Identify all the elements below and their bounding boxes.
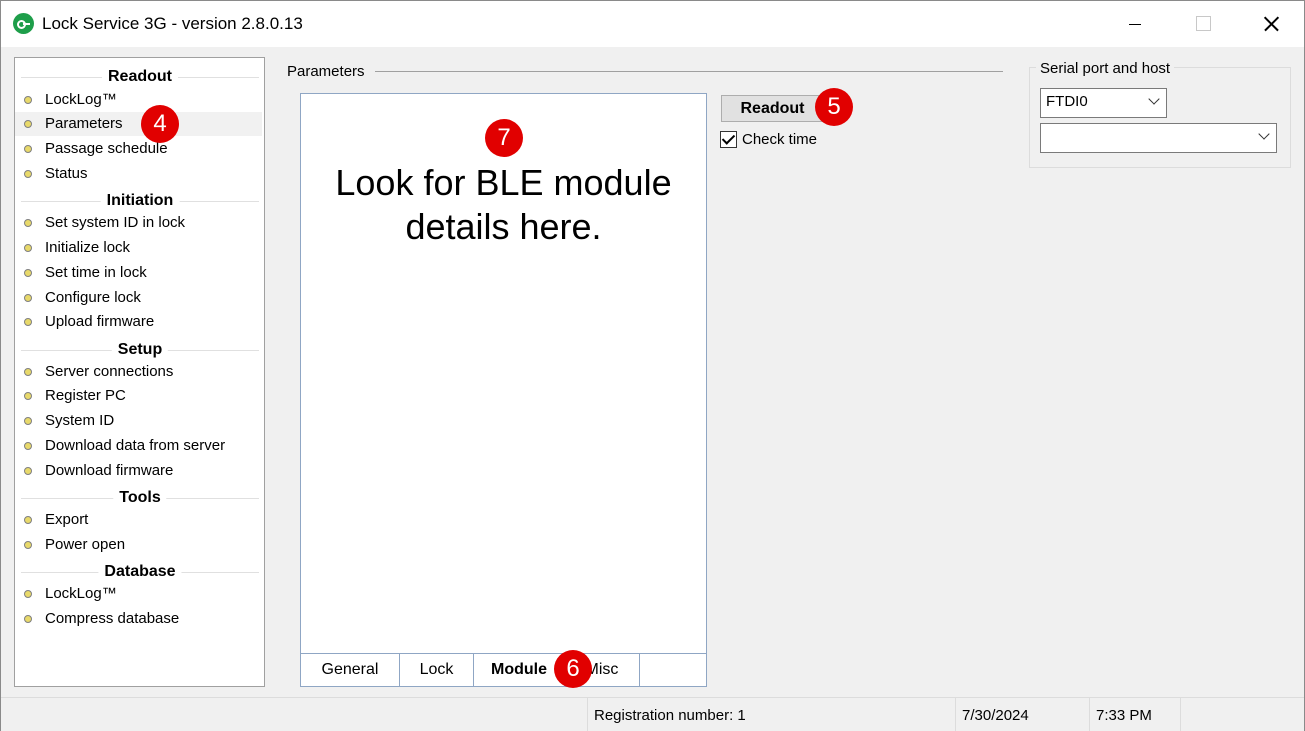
bullet-icon (24, 145, 32, 153)
nav-section-setup: Setup (21, 340, 259, 360)
check-time-label: Check time (742, 131, 818, 148)
bullet-icon (24, 170, 32, 178)
bullet-icon (24, 368, 32, 376)
check-time-checkbox[interactable] (720, 131, 737, 148)
nav-item-register-pc[interactable]: Register PC (15, 384, 264, 408)
nav-item-parameters[interactable]: Parameters (15, 112, 262, 136)
nav-item-set-time[interactable]: Set time in lock (15, 261, 264, 285)
nav-item-set-system-id[interactable]: Set system ID in lock (15, 211, 264, 235)
nav-item-passage-schedule[interactable]: Passage schedule (15, 137, 264, 161)
chevron-down-icon (1148, 93, 1160, 105)
navigation-panel: Readout LockLog™ Parameters Passage sche… (14, 57, 265, 687)
nav-section-database: Database (21, 562, 259, 582)
nav-item-export[interactable]: Export (15, 508, 264, 532)
nav-item-power-open[interactable]: Power open (15, 533, 264, 557)
bullet-icon (24, 417, 32, 425)
bullet-icon (24, 442, 32, 450)
nav-section-initiation: Initiation (21, 191, 259, 211)
annotation-note: Look for BLE module details here. (301, 161, 706, 249)
nav-item-configure-lock[interactable]: Configure lock (15, 286, 264, 310)
status-date: 7/30/2024 (955, 698, 1089, 731)
status-cell-empty (1, 698, 587, 731)
annotation-marker-7: 7 (485, 119, 523, 157)
minimize-button[interactable] (1101, 1, 1169, 47)
status-cell-trailing (1180, 698, 1304, 731)
bullet-icon (24, 541, 32, 549)
bullet-icon (24, 269, 32, 277)
nav-item-initialize-lock[interactable]: Initialize lock (15, 236, 264, 260)
annotation-note-line-2: details here. (405, 206, 602, 247)
maximize-button[interactable] (1169, 1, 1237, 47)
nav-section-readout: Readout (21, 67, 259, 87)
annotation-marker-5: 5 (815, 88, 853, 126)
app-window: Lock Service 3G - version 2.8.0.13 Reado… (0, 0, 1305, 731)
nav-item-download-data[interactable]: Download data from server (15, 434, 264, 458)
tab-lock[interactable]: Lock (400, 654, 474, 686)
bullet-icon (24, 392, 32, 400)
bullet-icon (24, 294, 32, 302)
window-title: Lock Service 3G - version 2.8.0.13 (42, 14, 303, 33)
tab-module[interactable]: Module (474, 654, 565, 686)
nav-item-server-connections[interactable]: Server connections (15, 360, 264, 384)
title-bar: Lock Service 3G - version 2.8.0.13 (1, 1, 1304, 47)
chevron-down-icon (1258, 128, 1270, 140)
bullet-icon (24, 467, 32, 475)
nav-item-download-firmware[interactable]: Download firmware (15, 459, 264, 483)
parameters-group-caption: Parameters (287, 63, 365, 80)
nav-item-upload-firmware[interactable]: Upload firmware (15, 310, 264, 334)
bullet-icon (24, 615, 32, 623)
annotation-marker-6: 6 (554, 650, 592, 688)
annotation-marker-4: 4 (141, 105, 179, 143)
status-bar: Registration number: 1 7/30/2024 7:33 PM (1, 697, 1304, 731)
close-button[interactable] (1237, 1, 1305, 47)
serial-port-select[interactable]: FTDI0 (1040, 88, 1167, 118)
nav-item-system-id[interactable]: System ID (15, 409, 264, 433)
parameters-group-rule (375, 71, 1003, 72)
bullet-icon (24, 318, 32, 326)
bullet-icon (24, 120, 32, 128)
annotation-note-line-1: Look for BLE module (335, 162, 672, 203)
bullet-icon (24, 219, 32, 227)
serial-port-caption: Serial port and host (1036, 60, 1175, 77)
host-select[interactable] (1040, 123, 1277, 153)
nav-section-tools: Tools (21, 488, 259, 508)
nav-item-db-locklog[interactable]: LockLog™ (15, 582, 264, 606)
nav-item-compress-database[interactable]: Compress database (15, 607, 264, 631)
registration-number: Registration number: 1 (587, 698, 955, 731)
tab-general[interactable]: General (301, 654, 400, 686)
bullet-icon (24, 96, 32, 104)
bullet-icon (24, 516, 32, 524)
nav-item-status[interactable]: Status (15, 162, 264, 186)
bullet-icon (24, 244, 32, 252)
nav-item-locklog[interactable]: LockLog™ (15, 88, 264, 112)
status-time: 7:33 PM (1089, 698, 1180, 731)
parameter-tabs: General Lock Module Misc (300, 653, 707, 687)
app-key-icon (13, 13, 34, 34)
bullet-icon (24, 590, 32, 598)
serial-port-value: FTDI0 (1046, 93, 1088, 110)
